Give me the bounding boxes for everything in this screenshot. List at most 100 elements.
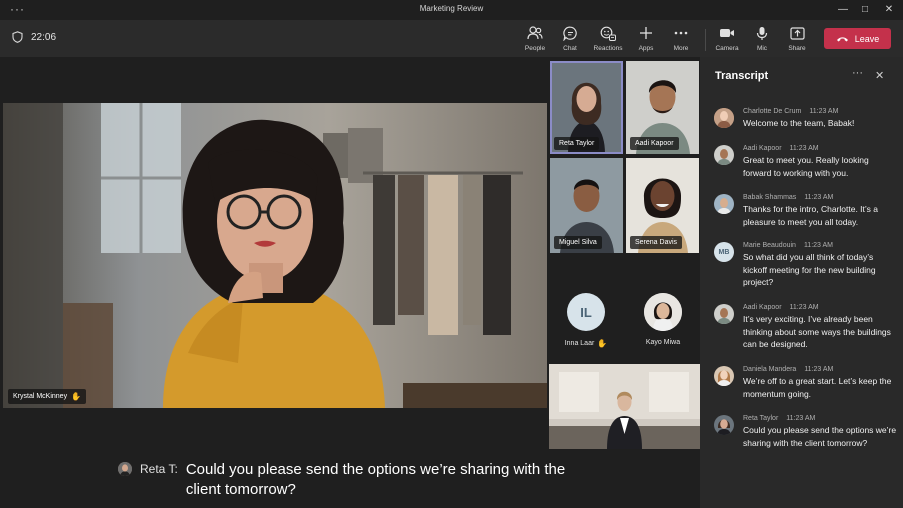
tile-name: Reta Taylor <box>559 140 595 147</box>
tile-name: Aadi Kapoor <box>635 140 674 147</box>
maximize-icon[interactable]: □ <box>857 3 873 17</box>
entry-text: Great to meet you. Really looking forwar… <box>743 155 869 178</box>
transcript-entry: MB Marie Beaudouin 11:23 AM So what did y… <box>714 242 899 289</box>
transcript-entry: Aadi Kapoor 11:23 AM It’s very exciting. … <box>714 304 899 351</box>
people-button[interactable]: People <box>517 24 553 52</box>
apps-button[interactable]: Apps <box>628 24 664 52</box>
share-icon <box>789 26 805 40</box>
camera-button[interactable]: Camera <box>709 24 745 52</box>
entry-author: Reta Taylor <box>743 415 779 422</box>
close-icon[interactable]: ✕ <box>875 69 884 82</box>
transcript-entry: Babak Shammas 11:23 AM Thanks for the int… <box>714 194 899 228</box>
caption-text: Could you please send the options we’re … <box>185 461 566 498</box>
toolbar-divider <box>705 29 706 51</box>
tile-name-tag: Aadi Kapoor <box>630 137 679 150</box>
avatar <box>714 304 734 324</box>
entry-time: 11:23 AM <box>803 242 833 249</box>
avatar-initials: IL <box>567 293 605 331</box>
tile-name: Miguel Silva <box>559 239 597 246</box>
room-video <box>549 364 700 449</box>
meeting-timer: 22:06 <box>12 31 56 43</box>
caption-avatar <box>118 462 132 476</box>
more-options-icon[interactable]: ··· <box>852 67 863 79</box>
transcript-entry: Reta Taylor 11:23 AM Could you please sen… <box>714 415 899 449</box>
entry-text: We’re off to a great start. Let’s keep t… <box>743 376 892 399</box>
more-label: More <box>673 45 689 52</box>
reactions-icon <box>600 26 616 41</box>
raised-hand-icon: ✋ <box>597 339 608 348</box>
entry-author: Aadi Kapoor <box>743 145 782 152</box>
mic-label: Mic <box>756 45 768 52</box>
reactions-button[interactable]: Reactions <box>590 24 626 52</box>
camera-icon <box>720 29 734 37</box>
meeting-toolbar: 22:06 People Chat Reactions Apps More Ca… <box>0 20 903 57</box>
share-button[interactable]: Share <box>779 24 815 52</box>
window-title: Marketing Review <box>419 4 484 13</box>
tile-name-tag: Reta Taylor <box>554 137 600 150</box>
entry-time: 11:23 AM <box>804 366 834 373</box>
leave-label: Leave <box>854 33 880 44</box>
main-video[interactable]: Krystal McKinney ✋ <box>3 103 547 408</box>
participant-name: Inna Laar <box>564 340 595 347</box>
entry-text: It’s very exciting. I’ve already been th… <box>743 314 891 349</box>
entry-time: 11:23 AM <box>789 304 819 311</box>
avatar-name-row: Inna Laar ✋ <box>556 339 616 348</box>
entry-author: Charlotte De Crum <box>743 108 802 115</box>
leave-button[interactable]: Leave <box>824 28 891 49</box>
avatar <box>714 108 734 128</box>
apps-icon <box>640 27 652 39</box>
people-label: People <box>524 45 546 52</box>
tile-aadi-kapoor[interactable]: Aadi Kapoor <box>626 61 699 154</box>
raised-hand-icon: ✋ <box>71 392 82 401</box>
chat-label: Chat <box>563 45 577 52</box>
participant-inna-laar[interactable]: IL Inna Laar ✋ <box>556 293 616 348</box>
entry-text: Thanks for the intro, Charlotte. It’s a … <box>743 204 878 227</box>
tile-name: Serena Davis <box>635 239 678 246</box>
transcript-panel: Transcript ··· ✕ Charlotte De Crum 11:23 … <box>700 57 903 508</box>
shield-icon <box>12 31 23 43</box>
minimize-icon[interactable]: — <box>835 3 851 17</box>
chat-icon <box>562 26 577 41</box>
entry-text: Welcome to the team, Babak! <box>743 118 855 128</box>
more-icon <box>674 31 688 35</box>
main-speaker-tag: Krystal McKinney ✋ <box>8 389 87 404</box>
tile-room-video[interactable] <box>549 364 700 449</box>
avatar <box>714 145 734 165</box>
entry-author: Babak Shammas <box>743 194 797 201</box>
entry-time: 11:23 AM <box>809 108 839 115</box>
timer-label: 22:06 <box>31 31 57 43</box>
transcript-header: Transcript ··· ✕ <box>700 57 903 97</box>
phone-hangup-icon <box>836 36 848 41</box>
kayo-miwa-photo <box>644 293 682 331</box>
reactions-label: Reactions <box>593 45 623 52</box>
live-caption: Reta T: Could you please send the option… <box>118 460 598 500</box>
tile-reta-taylor[interactable]: Reta Taylor <box>550 61 623 154</box>
entry-time: 11:23 AM <box>804 194 834 201</box>
avatar-name-row: Kayo Miwa <box>633 339 693 346</box>
chat-button[interactable]: Chat <box>552 24 588 52</box>
entry-text: Could you please send the options we’re … <box>743 425 897 448</box>
transcript-entry: Daniela Mandera 11:23 AM We’re off to a g… <box>714 366 899 400</box>
caption-speaker: Reta T: <box>140 462 178 476</box>
title-bar: ··· Marketing Review — □ ✕ <box>0 0 903 20</box>
more-button[interactable]: More <box>663 24 699 52</box>
apps-label: Apps <box>638 45 654 52</box>
mic-button[interactable]: Mic <box>744 24 780 52</box>
avatar-initials: MB <box>714 242 734 262</box>
people-icon <box>527 26 543 40</box>
transcript-entry: Charlotte De Crum 11:23 AM Welcome to the… <box>714 108 899 130</box>
speaker-video-frame <box>3 103 547 408</box>
close-window-icon[interactable]: ✕ <box>881 3 897 17</box>
share-label: Share <box>788 45 806 52</box>
tile-miguel-silva[interactable]: Miguel Silva <box>550 158 623 253</box>
tile-serena-davis[interactable]: Serena Davis <box>626 158 699 253</box>
participant-kayo-miwa[interactable]: Kayo Miwa <box>633 293 693 346</box>
main-speaker-name: Krystal McKinney <box>13 393 68 400</box>
avatar <box>714 366 734 386</box>
entry-text: So what did you all think of today’s kic… <box>743 252 876 287</box>
transcript-title: Transcript <box>715 70 769 82</box>
mic-icon <box>756 26 768 40</box>
entry-author: Marie Beaudouin <box>743 242 796 249</box>
avatar <box>644 293 682 331</box>
tile-name-tag: Miguel Silva <box>554 236 602 249</box>
